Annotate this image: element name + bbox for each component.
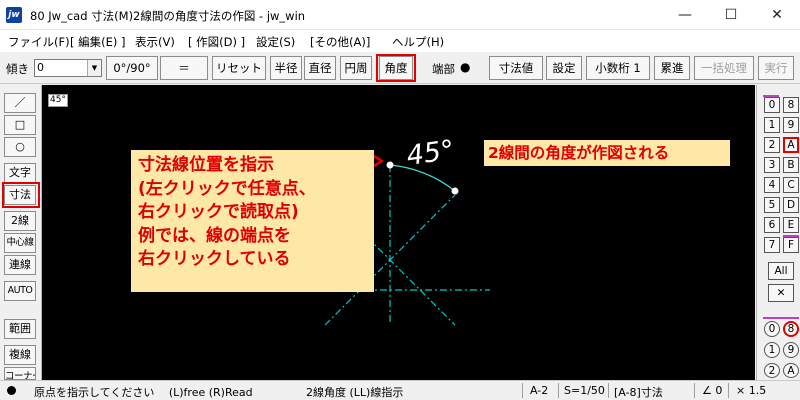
chevron-down-icon[interactable]: ▼ — [87, 60, 101, 76]
layer-panel: 0 8 1 9 2 A 3 B 4 C 5 D 6 E 7 F All ✕ 0 … — [756, 85, 800, 380]
note-line-4: 例では、線の端点を — [138, 225, 291, 246]
toolbar: 傾き 0 ▼ 0°/90° ＝ リセット 半径 直径 円周 角度 端部 ● 寸法… — [0, 52, 800, 84]
close-icon[interactable]: ✕ — [768, 284, 794, 302]
equal-button[interactable]: ＝ — [160, 56, 208, 80]
arc-end-point — [451, 187, 459, 195]
layer-d-button[interactable]: D — [783, 197, 799, 213]
layer-7-button[interactable]: 7 — [764, 237, 780, 253]
layer-9-button[interactable]: 9 — [783, 117, 799, 133]
layer-1-button[interactable]: 1 — [764, 117, 780, 133]
range-tool-button[interactable]: 範囲 — [4, 319, 36, 339]
menu-other[interactable]: [その他(A)] — [310, 34, 370, 50]
corner-tool-button[interactable]: コーナー — [4, 367, 36, 380]
execute-button[interactable]: 実行 — [758, 56, 794, 80]
group-8-button[interactable]: 8 — [783, 321, 799, 337]
tool-panel: ／ □ ○ 文字 寸法 2線 中心線 連線 AUTO 範囲 複線 コーナー — [0, 85, 42, 380]
layer-b-button[interactable]: B — [783, 157, 799, 173]
app-icon: jw — [6, 7, 22, 23]
maximize-button[interactable]: ☐ — [708, 0, 754, 30]
tilt-value: 0 — [37, 61, 44, 74]
status-dot-icon — [7, 386, 16, 395]
layer-e-button[interactable]: E — [783, 217, 799, 233]
batch-process-button[interactable]: 一括処理 — [694, 56, 754, 80]
layer-a-button[interactable]: A — [783, 137, 799, 153]
rectangle-tool-button[interactable]: □ — [4, 115, 36, 135]
menu-bar: ファイル(F) [ 編集(E) ] 表示(V) [ 作図(D) ] 設定(S) … — [0, 30, 800, 52]
angle-dimension-text: 45° — [405, 135, 457, 172]
status-separator — [728, 383, 729, 398]
status-current-layer[interactable]: [A-8]寸法 — [614, 384, 663, 400]
minimize-button[interactable]: — — [662, 0, 708, 30]
circumference-button[interactable]: 円周 — [340, 56, 372, 80]
layer-5-button[interactable]: 5 — [764, 197, 780, 213]
status-mode: 2線角度 (LL)線指示 — [306, 386, 404, 399]
status-angle[interactable]: ∠ 0 — [702, 384, 722, 397]
instruction-note: 寸法線位置を指示 (左クリックで任意点、 右クリックで読取点) 例では、線の端点… — [131, 150, 374, 292]
tilt-select[interactable]: 0 ▼ — [34, 59, 102, 77]
continuous-line-tool-button[interactable]: 連線 — [4, 255, 36, 275]
all-layers-button[interactable]: All — [768, 262, 794, 280]
arc-start-point — [386, 161, 394, 169]
menu-edit[interactable]: [ 編集(E) ] — [70, 34, 126, 50]
group-9-button[interactable]: 9 — [783, 342, 799, 358]
status-bar: 原点を指示してください (L)free (R)Read 2線角度 (LL)線指示… — [0, 380, 800, 400]
text-tool-button[interactable]: 文字 — [4, 163, 36, 183]
dimension-highlight-frame — [2, 182, 40, 208]
layer-bar-f — [783, 235, 799, 237]
layer-f-button[interactable]: F — [783, 237, 799, 253]
center-line-tool-button[interactable]: 中心線 — [4, 233, 36, 253]
close-button[interactable]: ✕ — [754, 0, 800, 30]
layer-6-button[interactable]: 6 — [764, 217, 780, 233]
cumulative-button[interactable]: 累進 — [654, 56, 690, 80]
group-2-button[interactable]: 2 — [764, 363, 780, 378]
group-a-button[interactable]: A — [783, 363, 799, 378]
status-zoom[interactable]: × 1.5 — [736, 384, 766, 397]
circle-tool-button[interactable]: ○ — [4, 137, 36, 157]
title-bar: jw 80 Jw_cad 寸法(M)2線間の角度寸法の作図 - jw_win —… — [0, 0, 800, 30]
layer-8-button[interactable]: 8 — [783, 97, 799, 113]
radius-button[interactable]: 半径 — [270, 56, 302, 80]
tilt-label: 傾き — [6, 62, 29, 76]
note-line-3: 右クリックで読取点) — [138, 202, 299, 222]
status-separator — [608, 383, 609, 398]
endpoint-dot-icon[interactable]: ● — [460, 60, 470, 74]
menu-help[interactable]: ヘルプ(H) — [392, 34, 444, 50]
window-title: 80 Jw_cad 寸法(M)2線間の角度寸法の作図 - jw_win — [30, 9, 306, 23]
note-line-5: 右クリックしている — [138, 249, 291, 269]
offset-tool-button[interactable]: 複線 — [4, 345, 36, 365]
group-1-button[interactable]: 1 — [764, 342, 780, 358]
endpoint-label: 端部 — [432, 62, 455, 76]
drawing-canvas[interactable]: 45° 45° 寸法線位置を指示 (左クリックで任意点、 右クリックで読取点) … — [42, 85, 755, 380]
decimal-places-button[interactable]: 小数桁 1 — [586, 56, 650, 80]
auto-tool-button[interactable]: AUTO — [4, 281, 36, 301]
layer-3-button[interactable]: 3 — [764, 157, 780, 173]
note-line-1: 寸法線位置を指示 — [138, 155, 274, 175]
menu-view[interactable]: 表示(V) — [135, 34, 175, 50]
zero-ninety-button[interactable]: 0°/90° — [106, 56, 158, 80]
status-separator — [558, 383, 559, 398]
status-layer[interactable]: A-2 — [530, 384, 548, 397]
line-tool-button[interactable]: ／ — [4, 93, 36, 113]
dimension-value-button[interactable]: 寸法値 — [489, 56, 543, 80]
status-separator — [694, 383, 695, 398]
angle-highlight-frame — [376, 54, 416, 82]
menu-settings[interactable]: 設定(S) — [256, 34, 295, 50]
result-note: 2線間の角度が作図される — [484, 140, 730, 166]
status-separator — [522, 383, 523, 398]
layer-c-button[interactable]: C — [783, 177, 799, 193]
settings-button[interactable]: 設定 — [546, 56, 582, 80]
layer-2-button[interactable]: 2 — [764, 137, 780, 153]
double-line-tool-button[interactable]: 2線 — [4, 211, 36, 231]
group-bar — [763, 317, 799, 319]
reset-button[interactable]: リセット — [212, 56, 266, 80]
menu-draw[interactable]: [ 作図(D) ] — [188, 34, 245, 50]
status-message: 原点を指示してください (L)free (R)Read — [34, 386, 253, 399]
diameter-button[interactable]: 直径 — [304, 56, 336, 80]
status-scale[interactable]: S=1/50 — [564, 384, 605, 397]
layer-0-button[interactable]: 0 — [764, 97, 780, 113]
note-line-2: (左クリックで任意点、 — [138, 178, 316, 199]
group-0-button[interactable]: 0 — [764, 321, 780, 337]
layer-4-button[interactable]: 4 — [764, 177, 780, 193]
menu-file[interactable]: ファイル(F) — [8, 34, 70, 50]
